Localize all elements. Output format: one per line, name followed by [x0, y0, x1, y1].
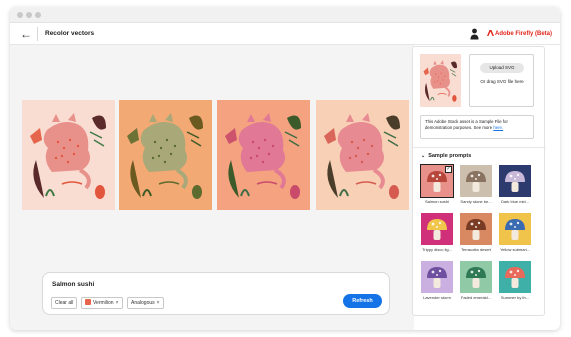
- refresh-button[interactable]: Refresh: [343, 294, 382, 308]
- source-thumbnail[interactable]: [420, 54, 461, 107]
- prompt-input[interactable]: Salmon sushi: [52, 281, 94, 288]
- sample-thumbnail[interactable]: [460, 213, 492, 245]
- sample-thumbnail[interactable]: [421, 213, 453, 245]
- brand-label[interactable]: Adobe Firefly (Beta): [486, 30, 552, 37]
- variation-1[interactable]: [22, 100, 115, 210]
- user-icon[interactable]: [470, 28, 479, 40]
- sample-caption: Trippy disco lig...: [422, 247, 452, 252]
- chip-label: Vermilion: [93, 300, 114, 306]
- drag-hint: Or drag SVG file here: [480, 79, 524, 84]
- upload-dropzone[interactable]: Upload SVG Or drag SVG file here: [469, 54, 534, 107]
- sample-caption: Sandy stone be...: [460, 199, 492, 204]
- clear-all-button[interactable]: Clear all: [51, 297, 78, 309]
- color-swatch: [85, 299, 91, 305]
- brand-text: Adobe Firefly (Beta): [494, 31, 552, 37]
- sample-prompt-card[interactable]: Dark blue mid...: [499, 165, 531, 204]
- sample-thumbnail[interactable]: ✓: [420, 164, 454, 198]
- sample-prompt-card[interactable]: Faded emerald...: [460, 261, 492, 300]
- sample-thumbnail[interactable]: [460, 261, 492, 293]
- sample-caption: Summer by th...: [500, 295, 530, 300]
- close-icon[interactable]: ×: [116, 300, 119, 306]
- arrow-left-icon[interactable]: ←: [20, 27, 32, 41]
- chevron-down-icon: ⌄: [421, 153, 426, 159]
- canvas-area: Salmon sushi Clear all Vermilion × Analog…: [10, 45, 414, 330]
- checkmark-icon: ✓: [445, 166, 452, 173]
- sample-caption: Faded emerald...: [460, 295, 492, 300]
- window-minimize-dot[interactable]: [26, 12, 32, 18]
- upload-svg-button[interactable]: Upload SVG: [480, 63, 524, 73]
- chip-analogous[interactable]: Analogous ×: [127, 297, 164, 309]
- close-icon[interactable]: ×: [157, 300, 160, 306]
- sample-prompt-card[interactable]: Summer by th...: [499, 261, 531, 300]
- sample-thumbnail[interactable]: [499, 165, 531, 197]
- sample-prompt-card[interactable]: Terracotta desert: [460, 213, 492, 252]
- sample-prompt-card[interactable]: Sandy stone be...: [460, 165, 492, 204]
- notice-link[interactable]: here.: [493, 125, 503, 130]
- sample-caption: Salmon sushi: [424, 199, 449, 204]
- sample-prompt-card[interactable]: Lavender storm: [421, 261, 453, 300]
- sample-caption: Terracotta desert: [460, 247, 491, 252]
- sample-notice: This Adobe Stock asset is a Sample File …: [420, 115, 534, 139]
- variation-3[interactable]: [217, 100, 310, 210]
- page-title: Recolor vectors: [45, 30, 95, 37]
- right-panel: Upload SVG Or drag SVG file here This Ad…: [412, 46, 546, 316]
- sample-prompt-card[interactable]: Trippy disco lig...: [421, 213, 453, 252]
- sample-thumbnail[interactable]: [499, 213, 531, 245]
- sample-caption: Dark blue mid...: [500, 199, 529, 204]
- sample-prompts-heading[interactable]: ⌄ Sample prompts: [421, 153, 471, 159]
- panel-divider: [413, 147, 546, 148]
- sample-prompt-card[interactable]: ✓ Salmon sushi: [420, 164, 454, 204]
- app-header: ← Recolor vectors Adobe Firefly (Beta): [10, 23, 560, 45]
- sample-caption: Yellow submari...: [499, 247, 531, 252]
- window-titlebar: [10, 7, 560, 23]
- sample-prompt-card[interactable]: Yellow submari...: [499, 213, 531, 252]
- chip-vermilion[interactable]: Vermilion ×: [81, 297, 123, 309]
- sample-thumbnail[interactable]: [460, 165, 492, 197]
- chip-label: Analogous: [131, 300, 155, 306]
- adobe-logo-icon: [486, 30, 494, 36]
- sample-thumbnail[interactable]: [499, 261, 531, 293]
- header-divider: [37, 27, 38, 41]
- variation-2[interactable]: [119, 100, 212, 210]
- prompt-box[interactable]: Salmon sushi Clear all Vermilion × Analog…: [42, 272, 390, 315]
- sample-thumbnail[interactable]: [421, 261, 453, 293]
- sample-caption: Lavender storm: [423, 295, 451, 300]
- sample-prompts-label: Sample prompts: [428, 153, 472, 159]
- window-close-dot[interactable]: [17, 12, 23, 18]
- variation-4[interactable]: [316, 100, 409, 210]
- window-maximize-dot[interactable]: [35, 12, 41, 18]
